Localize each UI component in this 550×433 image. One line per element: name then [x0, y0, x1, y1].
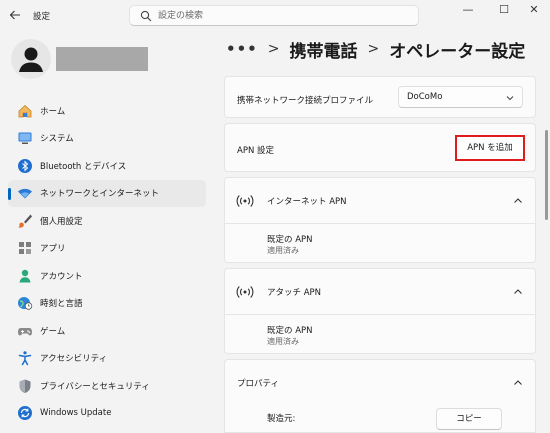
- internet-apn-title: インターネット APN: [267, 197, 347, 207]
- internet-apn-item-name: 既定の APN: [267, 235, 313, 245]
- sidebar-item-windows-update[interactable]: Windows Update: [8, 400, 206, 428]
- sidebar-item-label: プライバシーとセキュリティ: [40, 381, 150, 392]
- title-bar: 設定 — ☐ ✕: [0, 0, 550, 32]
- attach-apn-item-status: 適用済み: [267, 337, 299, 346]
- back-button[interactable]: [6, 6, 24, 24]
- sidebar-item-label: 個人用設定: [40, 216, 83, 227]
- profile-dropdown-value: DoCoMo: [407, 92, 443, 102]
- sidebar-item-system[interactable]: システム: [8, 125, 206, 153]
- system-monitor-icon: [18, 132, 32, 145]
- wifi-icon: [18, 189, 32, 199]
- sidebar-item-label: ネットワークとインターネット: [40, 189, 160, 200]
- breadcrumb: ••• > 携帯電話 > オペレーター設定: [226, 36, 525, 62]
- attach-apn-card: アタッチ APN 既定の APN 適用済み: [224, 268, 536, 354]
- apn-settings-card: APN 設定 APN を追加: [224, 123, 536, 172]
- paintbrush-icon: [18, 214, 32, 228]
- apn-settings-label: APN 設定: [237, 146, 275, 156]
- sidebar-item-accounts[interactable]: アカウント: [8, 262, 206, 290]
- internet-apn-item-status: 適用済み: [267, 246, 299, 255]
- gamepad-icon: [18, 327, 32, 336]
- breadcrumb-separator: >: [267, 41, 280, 57]
- globe-clock-icon: [18, 297, 33, 310]
- divider: [225, 223, 535, 224]
- sidebar-item-label: Bluetooth とデバイス: [40, 161, 127, 172]
- copy-button[interactable]: コピー: [436, 408, 502, 430]
- page-title: オペレーター設定: [389, 41, 526, 62]
- sidebar-item-time-language[interactable]: 時刻と言語: [8, 290, 206, 318]
- user-name: [56, 47, 148, 71]
- sidebar-item-label: アプリ: [40, 244, 66, 255]
- properties-title: プロパティ: [237, 379, 279, 389]
- chevron-up-icon[interactable]: [513, 378, 523, 388]
- sidebar-item-label: Windows Update: [40, 408, 112, 419]
- add-apn-button[interactable]: APN を追加: [455, 135, 525, 161]
- search-input[interactable]: [158, 8, 408, 23]
- attach-apn-title: アタッチ APN: [267, 288, 322, 298]
- minimize-button[interactable]: —: [450, 0, 486, 22]
- chevron-up-icon[interactable]: [513, 196, 523, 206]
- sidebar-nav: ホーム システム Bluetooth とデバイス ネットワークとインターネット …: [8, 97, 206, 427]
- sidebar-item-gaming[interactable]: ゲーム: [8, 317, 206, 345]
- home-icon: [18, 104, 32, 118]
- chevron-down-icon: [506, 96, 514, 101]
- properties-card-header[interactable]: プロパティ: [224, 359, 536, 405]
- manufacturer-label: 製造元:: [267, 414, 296, 424]
- windows-update-icon: [18, 406, 32, 421]
- breadcrumb-separator: >: [367, 41, 380, 57]
- search-icon: [140, 10, 152, 22]
- sidebar-item-bluetooth[interactable]: Bluetooth とデバイス: [8, 152, 206, 180]
- sidebar-item-accessibility[interactable]: アクセシビリティ: [8, 345, 206, 373]
- sidebar-item-label: アカウント: [40, 271, 83, 282]
- accessibility-icon: [18, 351, 32, 366]
- divider: [225, 314, 535, 315]
- profile-dropdown[interactable]: DoCoMo: [398, 86, 523, 108]
- profile-label: 携帯ネットワーク接続プロファイル: [237, 96, 374, 106]
- shield-icon: [19, 379, 31, 393]
- sidebar-item-label: システム: [40, 134, 74, 145]
- scrollbar[interactable]: [545, 130, 548, 220]
- profile-card: 携帯ネットワーク接続プロファイル DoCoMo: [224, 76, 536, 118]
- back-arrow-icon: [9, 10, 20, 20]
- sidebar-item-home[interactable]: ホーム: [8, 97, 206, 125]
- internet-apn-card: インターネット APN 既定の APN 適用済み: [224, 177, 536, 263]
- sidebar-item-label: ゲーム: [40, 326, 66, 337]
- sidebar-item-apps[interactable]: アプリ: [8, 235, 206, 263]
- bluetooth-icon: [18, 158, 32, 173]
- signal-icon: [236, 195, 254, 207]
- user-icon: [19, 47, 43, 72]
- chevron-up-icon[interactable]: [513, 287, 523, 297]
- app-title: 設定: [33, 12, 51, 22]
- sidebar-item-personalization[interactable]: 個人用設定: [8, 207, 206, 235]
- breadcrumb-more-button[interactable]: •••: [226, 40, 258, 58]
- avatar[interactable]: [11, 39, 51, 79]
- close-button[interactable]: ✕: [516, 0, 550, 22]
- breadcrumb-cellular[interactable]: 携帯電話: [290, 37, 358, 62]
- properties-card-body: 製造元: コピー: [224, 404, 536, 433]
- apps-icon: [19, 242, 31, 255]
- attach-apn-item-name: 既定の APN: [267, 326, 313, 336]
- search-box[interactable]: [129, 5, 419, 26]
- sidebar-item-privacy-security[interactable]: プライバシーとセキュリティ: [8, 372, 206, 400]
- signal-icon: [236, 286, 254, 298]
- sidebar-item-label: アクセシビリティ: [40, 354, 108, 365]
- sidebar-item-network[interactable]: ネットワークとインターネット: [8, 179, 206, 207]
- sidebar-item-label: 時刻と言語: [40, 299, 83, 310]
- sidebar-item-label: ホーム: [40, 106, 66, 117]
- account-icon: [19, 269, 31, 283]
